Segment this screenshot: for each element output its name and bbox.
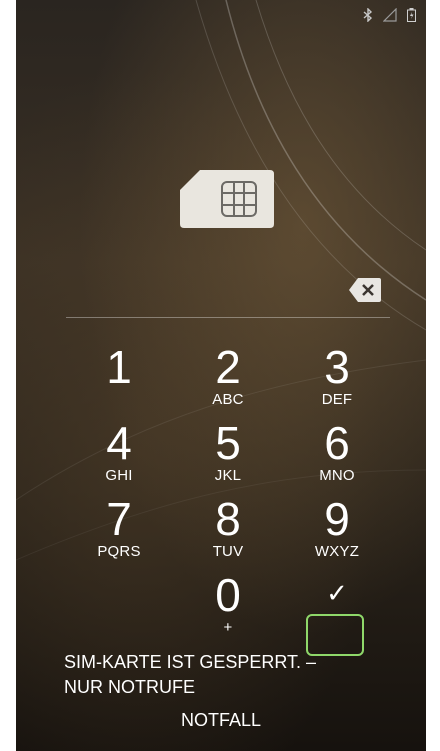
key-digit: 2 [215, 341, 241, 393]
key-letters: JKL [214, 467, 242, 484]
key-digit: 7 [106, 493, 132, 545]
key-3[interactable]: 3 DEF [289, 344, 385, 408]
key-1[interactable]: 1 [71, 344, 167, 390]
key-9[interactable]: 9 WXYZ [289, 496, 385, 560]
signal-icon [383, 8, 397, 22]
key-digit: 5 [215, 417, 241, 469]
key-6[interactable]: 6 MNO [289, 420, 385, 484]
lock-screen: 1 2 ABC 3 DEF 4 GHI 5 JKL 6 MNO 7 PQRS 8… [16, 0, 426, 751]
battery-icon [407, 8, 416, 22]
sim-card-icon [180, 170, 274, 228]
key-letters: PQRS [97, 543, 141, 560]
key-digit: 3 [324, 341, 350, 393]
key-0[interactable]: 0 + [180, 572, 276, 636]
key-8[interactable]: 8 TUV [180, 496, 276, 560]
status-bar [363, 8, 416, 22]
key-4[interactable]: 4 GHI [71, 420, 167, 484]
key-letters: ABC [212, 391, 244, 408]
key-letters: GHI [105, 467, 133, 484]
key-letters: MNO [319, 467, 355, 484]
key-digit: 6 [324, 417, 350, 469]
key-letters: TUV [212, 543, 244, 560]
pin-field-divider [66, 317, 390, 318]
key-digit: 4 [106, 417, 132, 469]
key-letters: DEF [321, 391, 353, 408]
key-letters: WXYZ [314, 543, 360, 560]
bluetooth-icon [363, 8, 373, 22]
key-7[interactable]: 7 PQRS [71, 496, 167, 560]
emergency-call-button[interactable]: NOTFALL [16, 710, 426, 731]
message-line-2: NUR NOTRUFE [64, 677, 195, 697]
backspace-icon[interactable] [349, 278, 381, 302]
key-5[interactable]: 5 JKL [180, 420, 276, 484]
key-digit: 8 [215, 493, 241, 545]
check-icon: ✓ [326, 578, 348, 608]
key-2[interactable]: 2 ABC [180, 344, 276, 408]
key-digit: 9 [324, 493, 350, 545]
key-digit: 0 [215, 569, 241, 621]
confirm-button[interactable]: ✓ [289, 578, 385, 609]
sim-locked-message: SIM-KARTE IST GESPERRT. – NUR NOTRUFE [64, 650, 384, 700]
message-line-1: SIM-KARTE IST GESPERRT. – [64, 652, 317, 672]
key-digit: 1 [106, 341, 132, 393]
key-letters: + [223, 619, 233, 636]
